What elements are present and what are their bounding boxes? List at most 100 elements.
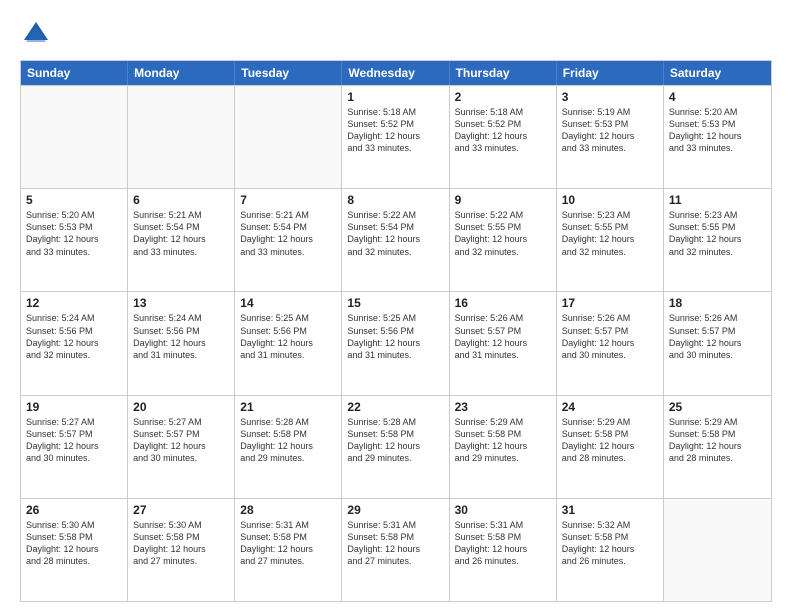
logo xyxy=(20,18,56,50)
cell-text: Sunrise: 5:27 AMSunset: 5:57 PMDaylight:… xyxy=(26,416,122,465)
day-number: 14 xyxy=(240,296,336,310)
calendar-cell: 21 Sunrise: 5:28 AMSunset: 5:58 PMDayligh… xyxy=(235,396,342,498)
calendar-cell: 30Sunrise: 5:31 AMSunset: 5:58 PMDayligh… xyxy=(450,499,557,601)
cell-text: Sunrise: 5:29 AMSunset: 5:58 PMDaylight:… xyxy=(562,416,658,465)
day-header-wednesday: Wednesday xyxy=(342,61,449,85)
calendar-cell: 12Sunrise: 5:24 AMSunset: 5:56 PMDayligh… xyxy=(21,292,128,394)
calendar-cell xyxy=(21,86,128,188)
day-number: 21 xyxy=(240,400,336,414)
cell-text: Sunrise: 5:22 AMSunset: 5:55 PMDaylight:… xyxy=(455,209,551,258)
calendar-cell: 15Sunrise: 5:25 AMSunset: 5:56 PMDayligh… xyxy=(342,292,449,394)
calendar-cell: 4 Sunrise: 5:20 AMSunset: 5:53 PMDaylight… xyxy=(664,86,771,188)
calendar-row-2: 12Sunrise: 5:24 AMSunset: 5:56 PMDayligh… xyxy=(21,291,771,394)
calendar-cell: 9 Sunrise: 5:22 AMSunset: 5:55 PMDaylight… xyxy=(450,189,557,291)
day-number: 18 xyxy=(669,296,766,310)
day-number: 7 xyxy=(240,193,336,207)
calendar-body: 1 Sunrise: 5:18 AMSunset: 5:52 PMDaylight… xyxy=(21,85,771,601)
day-header-thursday: Thursday xyxy=(450,61,557,85)
day-number: 4 xyxy=(669,90,766,104)
calendar-cell: 26 Sunrise: 5:30 AMSunset: 5:58 PMDayligh… xyxy=(21,499,128,601)
day-number: 31 xyxy=(562,503,658,517)
cell-text: Sunrise: 5:26 AMSunset: 5:57 PMDaylight:… xyxy=(455,312,551,361)
cell-text: Sunrise: 5:21 AMSunset: 5:54 PMDaylight:… xyxy=(240,209,336,258)
header xyxy=(20,18,772,50)
calendar-cell: 28Sunrise: 5:31 AMSunset: 5:58 PMDayligh… xyxy=(235,499,342,601)
day-number: 29 xyxy=(347,503,443,517)
calendar-row-1: 5Sunrise: 5:20 AMSunset: 5:53 PMDaylight… xyxy=(21,188,771,291)
calendar-cell xyxy=(235,86,342,188)
calendar-cell: 14 Sunrise: 5:25 AMSunset: 5:56 PMDayligh… xyxy=(235,292,342,394)
day-number: 17 xyxy=(562,296,658,310)
day-number: 1 xyxy=(347,90,443,104)
day-number: 25 xyxy=(669,400,766,414)
cell-text: Sunrise: 5:29 AMSunset: 5:58 PMDaylight:… xyxy=(669,416,766,465)
calendar: SundayMondayTuesdayWednesdayThursdayFrid… xyxy=(20,60,772,602)
page: SundayMondayTuesdayWednesdayThursdayFrid… xyxy=(0,0,792,612)
day-header-tuesday: Tuesday xyxy=(235,61,342,85)
calendar-row-4: 26 Sunrise: 5:30 AMSunset: 5:58 PMDayligh… xyxy=(21,498,771,601)
cell-text: Sunrise: 5:26 AMSunset: 5:57 PMDaylight:… xyxy=(562,312,658,361)
cell-text: Sunrise: 5:31 AMSunset: 5:58 PMDaylight:… xyxy=(455,519,551,568)
calendar-cell: 3Sunrise: 5:19 AMSunset: 5:53 PMDaylight… xyxy=(557,86,664,188)
cell-text: Sunrise: 5:20 AMSunset: 5:53 PMDaylight:… xyxy=(669,106,766,155)
calendar-cell: 24 Sunrise: 5:29 AMSunset: 5:58 PMDayligh… xyxy=(557,396,664,498)
cell-text: Sunrise: 5:24 AMSunset: 5:56 PMDaylight:… xyxy=(26,312,122,361)
day-number: 20 xyxy=(133,400,229,414)
cell-text: Sunrise: 5:31 AMSunset: 5:58 PMDaylight:… xyxy=(240,519,336,568)
cell-text: Sunrise: 5:21 AMSunset: 5:54 PMDaylight:… xyxy=(133,209,229,258)
cell-text: Sunrise: 5:29 AMSunset: 5:58 PMDaylight:… xyxy=(455,416,551,465)
cell-text: Sunrise: 5:30 AMSunset: 5:58 PMDaylight:… xyxy=(133,519,229,568)
day-number: 5 xyxy=(26,193,122,207)
day-number: 27 xyxy=(133,503,229,517)
calendar-cell: 16 Sunrise: 5:26 AMSunset: 5:57 PMDayligh… xyxy=(450,292,557,394)
calendar-cell: 2 Sunrise: 5:18 AMSunset: 5:52 PMDaylight… xyxy=(450,86,557,188)
calendar-cell: 10 Sunrise: 5:23 AMSunset: 5:55 PMDayligh… xyxy=(557,189,664,291)
cell-text: Sunrise: 5:28 AMSunset: 5:58 PMDaylight:… xyxy=(347,416,443,465)
calendar-cell: 5Sunrise: 5:20 AMSunset: 5:53 PMDaylight… xyxy=(21,189,128,291)
day-number: 16 xyxy=(455,296,551,310)
day-number: 19 xyxy=(26,400,122,414)
calendar-cell: 13Sunrise: 5:24 AMSunset: 5:56 PMDayligh… xyxy=(128,292,235,394)
calendar-cell: 27 Sunrise: 5:30 AMSunset: 5:58 PMDayligh… xyxy=(128,499,235,601)
calendar-cell: 31 Sunrise: 5:32 AMSunset: 5:58 PMDayligh… xyxy=(557,499,664,601)
day-number: 2 xyxy=(455,90,551,104)
calendar-row-3: 19 Sunrise: 5:27 AMSunset: 5:57 PMDayligh… xyxy=(21,395,771,498)
cell-text: Sunrise: 5:32 AMSunset: 5:58 PMDaylight:… xyxy=(562,519,658,568)
cell-text: Sunrise: 5:31 AMSunset: 5:58 PMDaylight:… xyxy=(347,519,443,568)
calendar-cell: 6 Sunrise: 5:21 AMSunset: 5:54 PMDaylight… xyxy=(128,189,235,291)
day-number: 11 xyxy=(669,193,766,207)
calendar-cell: 18 Sunrise: 5:26 AMSunset: 5:57 PMDayligh… xyxy=(664,292,771,394)
calendar-cell: 29 Sunrise: 5:31 AMSunset: 5:58 PMDayligh… xyxy=(342,499,449,601)
calendar-cell xyxy=(664,499,771,601)
day-header-sunday: Sunday xyxy=(21,61,128,85)
calendar-cell: 19 Sunrise: 5:27 AMSunset: 5:57 PMDayligh… xyxy=(21,396,128,498)
day-number: 10 xyxy=(562,193,658,207)
cell-text: Sunrise: 5:28 AMSunset: 5:58 PMDaylight:… xyxy=(240,416,336,465)
cell-text: Sunrise: 5:26 AMSunset: 5:57 PMDaylight:… xyxy=(669,312,766,361)
day-number: 9 xyxy=(455,193,551,207)
calendar-cell: 7 Sunrise: 5:21 AMSunset: 5:54 PMDaylight… xyxy=(235,189,342,291)
cell-text: Sunrise: 5:24 AMSunset: 5:56 PMDaylight:… xyxy=(133,312,229,361)
calendar-cell: 8Sunrise: 5:22 AMSunset: 5:54 PMDaylight… xyxy=(342,189,449,291)
cell-text: Sunrise: 5:19 AMSunset: 5:53 PMDaylight:… xyxy=(562,106,658,155)
day-number: 6 xyxy=(133,193,229,207)
calendar-row-0: 1 Sunrise: 5:18 AMSunset: 5:52 PMDaylight… xyxy=(21,85,771,188)
cell-text: Sunrise: 5:23 AMSunset: 5:55 PMDaylight:… xyxy=(562,209,658,258)
cell-text: Sunrise: 5:25 AMSunset: 5:56 PMDaylight:… xyxy=(347,312,443,361)
cell-text: Sunrise: 5:18 AMSunset: 5:52 PMDaylight:… xyxy=(347,106,443,155)
calendar-cell: 17 Sunrise: 5:26 AMSunset: 5:57 PMDayligh… xyxy=(557,292,664,394)
cell-text: Sunrise: 5:18 AMSunset: 5:52 PMDaylight:… xyxy=(455,106,551,155)
cell-text: Sunrise: 5:30 AMSunset: 5:58 PMDaylight:… xyxy=(26,519,122,568)
day-number: 24 xyxy=(562,400,658,414)
calendar-cell: 25 Sunrise: 5:29 AMSunset: 5:58 PMDayligh… xyxy=(664,396,771,498)
day-header-saturday: Saturday xyxy=(664,61,771,85)
calendar-cell xyxy=(128,86,235,188)
day-number: 26 xyxy=(26,503,122,517)
calendar-header: SundayMondayTuesdayWednesdayThursdayFrid… xyxy=(21,61,771,85)
cell-text: Sunrise: 5:25 AMSunset: 5:56 PMDaylight:… xyxy=(240,312,336,361)
day-header-monday: Monday xyxy=(128,61,235,85)
calendar-cell: 22Sunrise: 5:28 AMSunset: 5:58 PMDayligh… xyxy=(342,396,449,498)
calendar-cell: 20 Sunrise: 5:27 AMSunset: 5:57 PMDayligh… xyxy=(128,396,235,498)
cell-text: Sunrise: 5:27 AMSunset: 5:57 PMDaylight:… xyxy=(133,416,229,465)
day-header-friday: Friday xyxy=(557,61,664,85)
